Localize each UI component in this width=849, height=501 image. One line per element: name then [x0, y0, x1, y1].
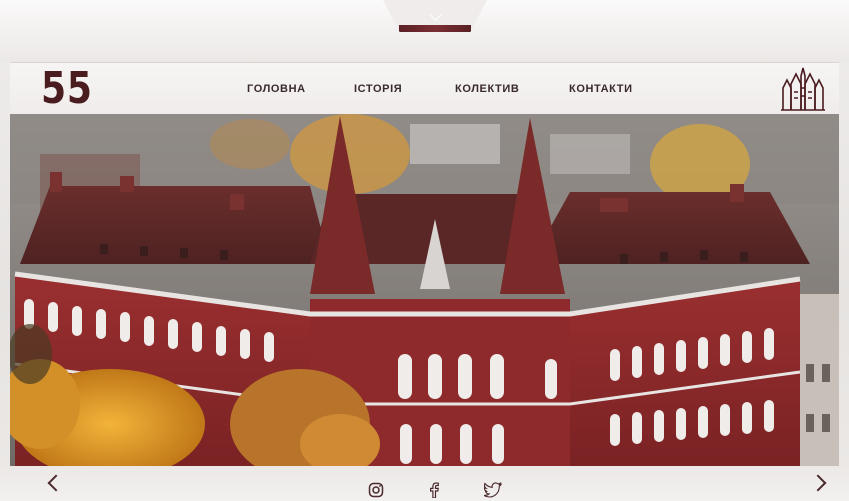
- nav-item-home[interactable]: ГОЛОВНА: [247, 63, 306, 115]
- instagram-icon[interactable]: [368, 482, 384, 498]
- building-photo: [10, 114, 839, 466]
- footer: [0, 466, 849, 501]
- nav-item-contacts[interactable]: КОНТАКТИ: [569, 63, 633, 115]
- nav-item-history[interactable]: ІСТОРІЯ: [354, 63, 402, 115]
- hero-image: [10, 114, 839, 466]
- dropdown-toggle[interactable]: [383, 0, 487, 32]
- chevron-down-icon: [428, 8, 442, 21]
- logo[interactable]: 55: [41, 63, 93, 115]
- navbar: 55 ГОЛОВНА ІСТОРІЯ КОЛЕКТИВ КОНТАКТИ: [10, 62, 839, 116]
- facebook-icon[interactable]: [428, 482, 440, 498]
- twitter-icon[interactable]: [484, 482, 502, 498]
- building-icon: [781, 67, 825, 111]
- nav-item-team[interactable]: КОЛЕКТИВ: [455, 63, 519, 115]
